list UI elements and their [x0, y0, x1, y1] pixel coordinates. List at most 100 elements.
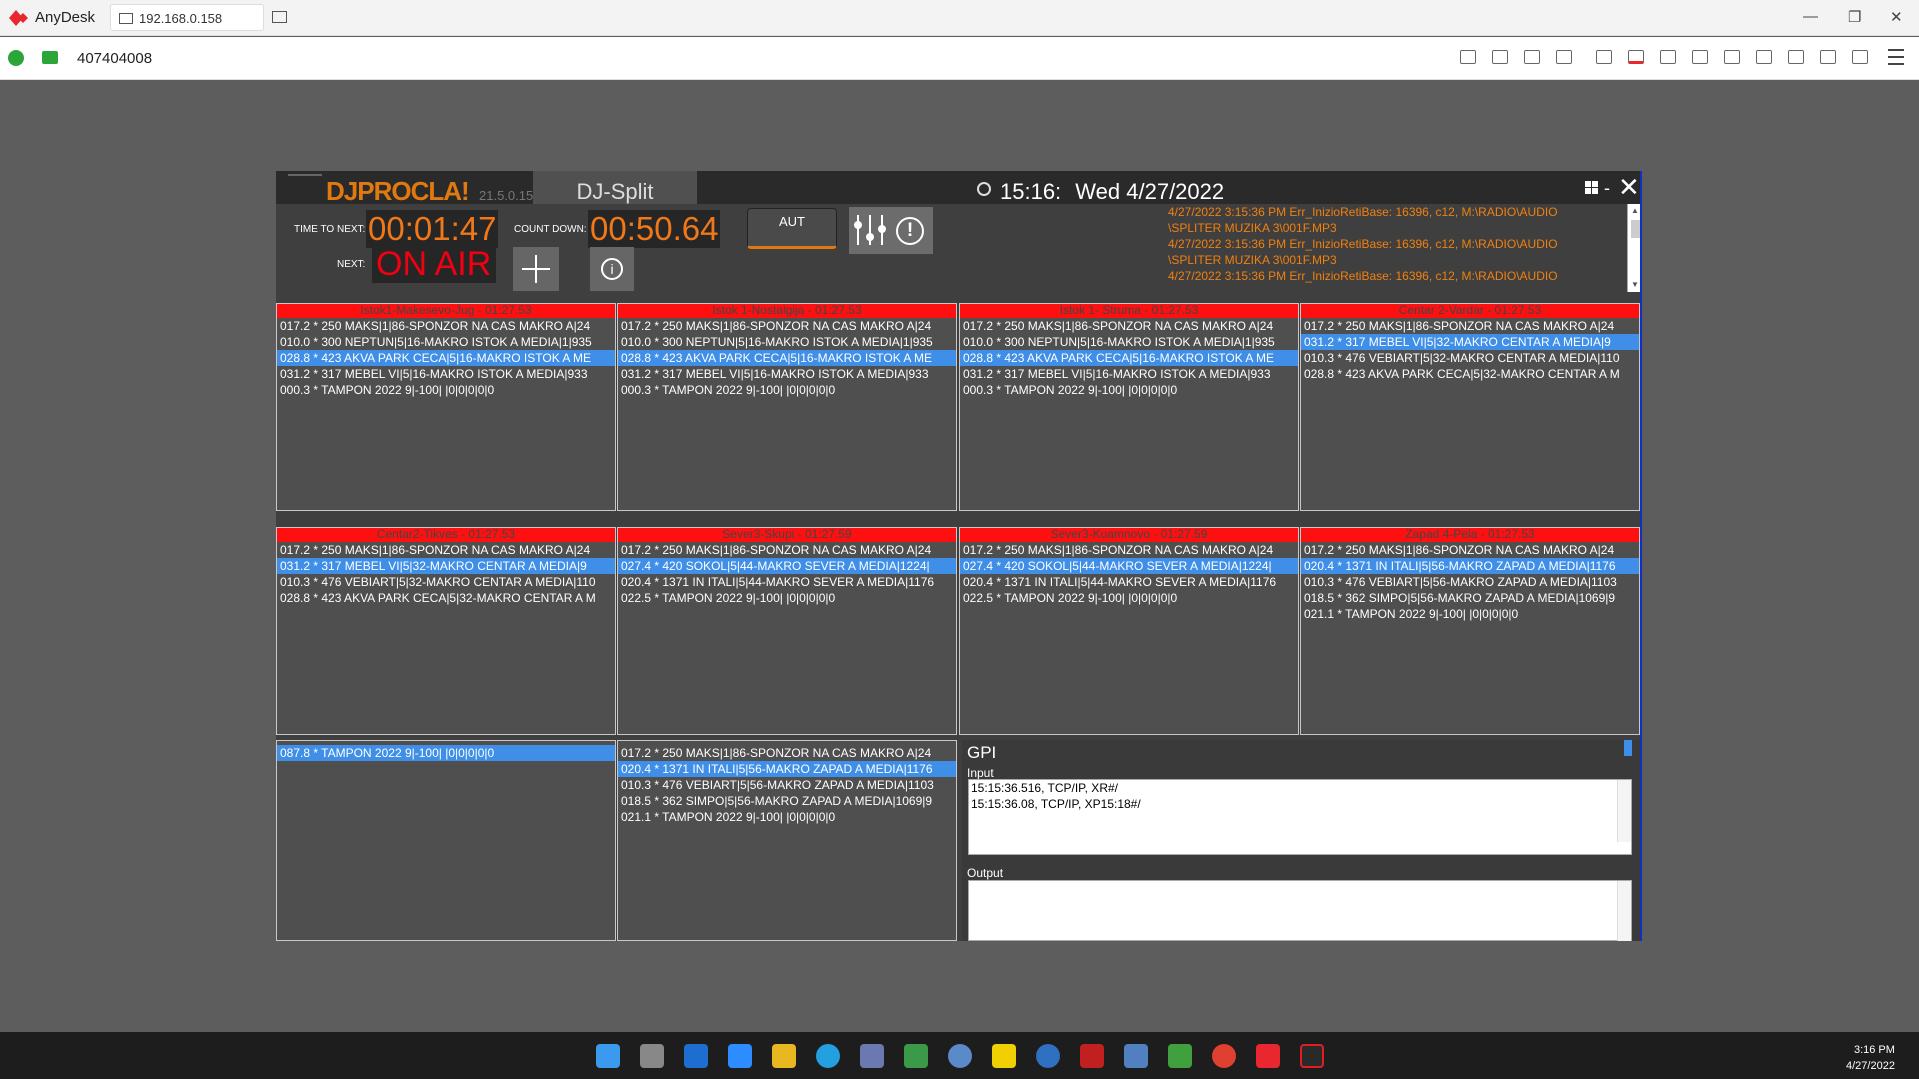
gpi-input-box[interactable]: 15:15:36.516, TCP/IP, XR#/ 15:15:36.08, …: [968, 779, 1632, 855]
playlist-row[interactable]: 027.4 * 420 SOKOL|5|44-MAKRO SEVER A MED…: [618, 558, 956, 574]
playlist-row[interactable]: 000.3 * TAMPON 2022 9|-100| |0|0|0|0|0: [618, 382, 956, 398]
add-button[interactable]: [513, 247, 559, 291]
network-icon[interactable]: [860, 1044, 884, 1068]
playlist-row[interactable]: 017.2 * 250 MAKS|1|86-SPONZOR NA CAS MAK…: [960, 542, 1298, 558]
display-icon[interactable]: [1660, 50, 1676, 64]
remote-desktop-icon[interactable]: [1124, 1044, 1148, 1068]
playlist-row[interactable]: 031.2 * 317 MEBEL VI|5|32-MAKRO CENTAR A…: [277, 558, 615, 574]
playlist-row[interactable]: 000.3 * TAMPON 2022 9|-100| |0|0|0|0|0: [960, 382, 1298, 398]
playlist-row[interactable]: 017.2 * 250 MAKS|1|86-SPONZOR NA CAS MAK…: [277, 542, 615, 558]
info-button[interactable]: i: [590, 247, 634, 291]
gpi-output-scrollbar[interactable]: [1617, 881, 1631, 941]
playlist-row[interactable]: 000.3 * TAMPON 2022 9|-100| |0|0|0|0|0: [277, 382, 615, 398]
playlist-row[interactable]: 028.8 * 423 AKVA PARK CECA|5|16-MAKRO IS…: [277, 350, 615, 366]
gpi-output-box[interactable]: [968, 880, 1632, 941]
playlist-row[interactable]: 027.4 * 420 SOKOL|5|44-MAKRO SEVER A MED…: [960, 558, 1298, 574]
playlist-row[interactable]: 017.2 * 250 MAKS|1|86-SPONZOR NA CAS MAK…: [618, 745, 956, 761]
timer-icon[interactable]: [1492, 50, 1508, 64]
scroll-down-icon[interactable]: ▼: [1631, 280, 1639, 289]
file-explorer-icon[interactable]: [772, 1044, 796, 1068]
playlist-header[interactable]: Istok 1- Struma - 01:27.53: [960, 304, 1298, 318]
windows-logo-icon[interactable]: [1585, 181, 1598, 194]
start-icon[interactable]: [596, 1044, 620, 1068]
playlist-row[interactable]: 010.0 * 300 NEPTUN|5|16-MAKRO ISTOK A ME…: [960, 334, 1298, 350]
playlist-row[interactable]: 017.2 * 250 MAKS|1|86-SPONZOR NA CAS MAK…: [960, 318, 1298, 334]
playlist-row[interactable]: 017.2 * 250 MAKS|1|86-SPONZOR NA CAS MAK…: [618, 318, 956, 334]
edge-icon[interactable]: [816, 1044, 840, 1068]
whiteboard-icon[interactable]: [1852, 50, 1868, 64]
playlist-row[interactable]: 022.5 * TAMPON 2022 9|-100| |0|0|0|0|0: [960, 590, 1298, 606]
playlist-row[interactable]: 017.2 * 250 MAKS|1|86-SPONZOR NA CAS MAK…: [1301, 318, 1639, 334]
playlist-row[interactable]: 020.4 * 1371 IN ITALI|5|44-MAKRO SEVER A…: [960, 574, 1298, 590]
chrome-icon[interactable]: [1212, 1044, 1236, 1068]
log-scrollbar[interactable]: ▲ ▼: [1627, 204, 1640, 292]
close-window-button[interactable]: ✕: [1890, 8, 1903, 26]
anydesk-icon[interactable]: [1256, 1044, 1280, 1068]
playlist-header[interactable]: Istok1-Makesevo-Jug - 01:27.53: [277, 304, 615, 318]
playlist-row[interactable]: 020.4 * 1371 IN ITALI|5|56-MAKRO ZAPAD A…: [1301, 558, 1639, 574]
playlist-row[interactable]: 010.0 * 300 NEPTUN|5|16-MAKRO ISTOK A ME…: [277, 334, 615, 350]
app-minimize-button[interactable]: -: [1604, 178, 1610, 199]
playlist-row[interactable]: 031.2 * 317 MEBEL VI|5|16-MAKRO ISTOK A …: [960, 366, 1298, 382]
playlist-row[interactable]: 028.8 * 423 AKVA PARK CECA|5|32-MAKRO CE…: [277, 590, 615, 606]
mixer-alert-button[interactable]: !: [849, 207, 933, 254]
outlook-icon[interactable]: [684, 1044, 708, 1068]
playlist-row[interactable]: 031.2 * 317 MEBEL VI|5|16-MAKRO ISTOK A …: [618, 366, 956, 382]
playlist-row[interactable]: 017.2 * 250 MAKS|1|86-SPONZOR NA CAS MAK…: [618, 542, 956, 558]
automation-toggle[interactable]: AUT: [747, 208, 837, 249]
chat-icon[interactable]: [1460, 50, 1476, 64]
app-close-button[interactable]: ✕: [1618, 174, 1640, 200]
task-view-icon[interactable]: [640, 1044, 664, 1068]
app-menu-icon[interactable]: [288, 174, 322, 194]
playlist-header[interactable]: Sever3-Kuamnovo - 01:27.59: [960, 528, 1298, 542]
playlist-row[interactable]: 022.5 * TAMPON 2022 9|-100| |0|0|0|0|0: [618, 590, 956, 606]
session-tab[interactable]: 192.168.0.158: [110, 4, 264, 31]
voip-icon[interactable]: [1036, 1044, 1060, 1068]
playlist-row[interactable]: 017.2 * 250 MAKS|1|86-SPONZOR NA CAS MAK…: [1301, 542, 1639, 558]
playlist-row[interactable]: 010.3 * 476 VEBIART|5|56-MAKRO ZAPAD A M…: [618, 777, 956, 793]
scroll-thumb[interactable]: [1631, 220, 1640, 238]
database-icon[interactable]: [1524, 50, 1540, 64]
playlist-row[interactable]: 018.5 * 362 SIMPO|5|56-MAKRO ZAPAD A MED…: [1301, 590, 1639, 606]
gpi-input-scrollbar[interactable]: [1617, 780, 1631, 842]
maximize-button[interactable]: ❐: [1848, 8, 1861, 26]
minimize-button[interactable]: —: [1803, 8, 1818, 25]
playlist-row[interactable]: 010.0 * 300 NEPTUN|5|16-MAKRO ISTOK A ME…: [618, 334, 956, 350]
playlist-row[interactable]: 010.3 * 476 VEBIART|5|32-MAKRO CENTAR A …: [277, 574, 615, 590]
playlist-row[interactable]: 018.5 * 362 SIMPO|5|56-MAKRO ZAPAD A MED…: [618, 793, 956, 809]
monitor-select-icon[interactable]: [1628, 50, 1644, 64]
playlist-row[interactable]: 028.8 * 423 AKVA PARK CECA|5|16-MAKRO IS…: [960, 350, 1298, 366]
message-icon[interactable]: [1692, 50, 1708, 64]
playlist-row[interactable]: 010.3 * 476 VEBIART|5|56-MAKRO ZAPAD A M…: [1301, 574, 1639, 590]
spreadsheet-icon[interactable]: [1168, 1044, 1192, 1068]
studio-app-icon[interactable]: [1300, 1044, 1324, 1068]
scroll-up-icon[interactable]: ▲: [1631, 206, 1639, 215]
app-icon[interactable]: [904, 1044, 928, 1068]
sticky-notes-icon[interactable]: [992, 1044, 1016, 1068]
new-session-icon[interactable]: [272, 11, 287, 23]
playlist-header[interactable]: Istok 1-Nostalgija - 01:27.53: [618, 304, 956, 318]
keyboard-icon[interactable]: [1756, 50, 1772, 64]
playlist-header[interactable]: Centar2-Tikves - 01:27.53: [277, 528, 615, 542]
qbittorrent-icon[interactable]: [948, 1044, 972, 1068]
playlist-row[interactable]: 020.4 * 1371 IN ITALI|5|56-MAKRO ZAPAD A…: [618, 761, 956, 777]
playlist-header[interactable]: Sever3-Skupi - 01:27.59: [618, 528, 956, 542]
playlist-header[interactable]: Zapad 4-Pela - 01:27.53: [1301, 528, 1639, 542]
acrobat-icon[interactable]: [1080, 1044, 1104, 1068]
playlist-row[interactable]: 021.1 * TAMPON 2022 9|-100| |0|0|0|0|0: [1301, 606, 1639, 622]
playlist-row[interactable]: 021.1 * TAMPON 2022 9|-100| |0|0|0|0|0: [618, 809, 956, 825]
file-transfer-icon[interactable]: [1596, 50, 1612, 64]
playlist-row[interactable]: 087.8 * TAMPON 2022 9|-100| |0|0|0|0|0: [277, 745, 615, 761]
playlist-header[interactable]: Centar 2-Vardar - 01:27.53: [1301, 304, 1639, 318]
system-clock[interactable]: 3:16 PM 4/27/2022: [1846, 1042, 1895, 1074]
playlist-row[interactable]: 017.2 * 250 MAKS|1|86-SPONZOR NA CAS MAK…: [277, 318, 615, 334]
permissions-icon[interactable]: [1788, 50, 1804, 64]
zoom-icon[interactable]: [728, 1044, 752, 1068]
actions-icon[interactable]: [1724, 50, 1740, 64]
favorite-icon[interactable]: [1556, 50, 1572, 64]
playlist-row[interactable]: 028.8 * 423 AKVA PARK CECA|5|32-MAKRO CE…: [1301, 366, 1639, 382]
menu-icon[interactable]: [1888, 49, 1904, 65]
playlist-row[interactable]: 020.4 * 1371 IN ITALI|5|44-MAKRO SEVER A…: [618, 574, 956, 590]
playlist-row[interactable]: 028.8 * 423 AKVA PARK CECA|5|16-MAKRO IS…: [618, 350, 956, 366]
record-icon[interactable]: [1820, 50, 1836, 64]
